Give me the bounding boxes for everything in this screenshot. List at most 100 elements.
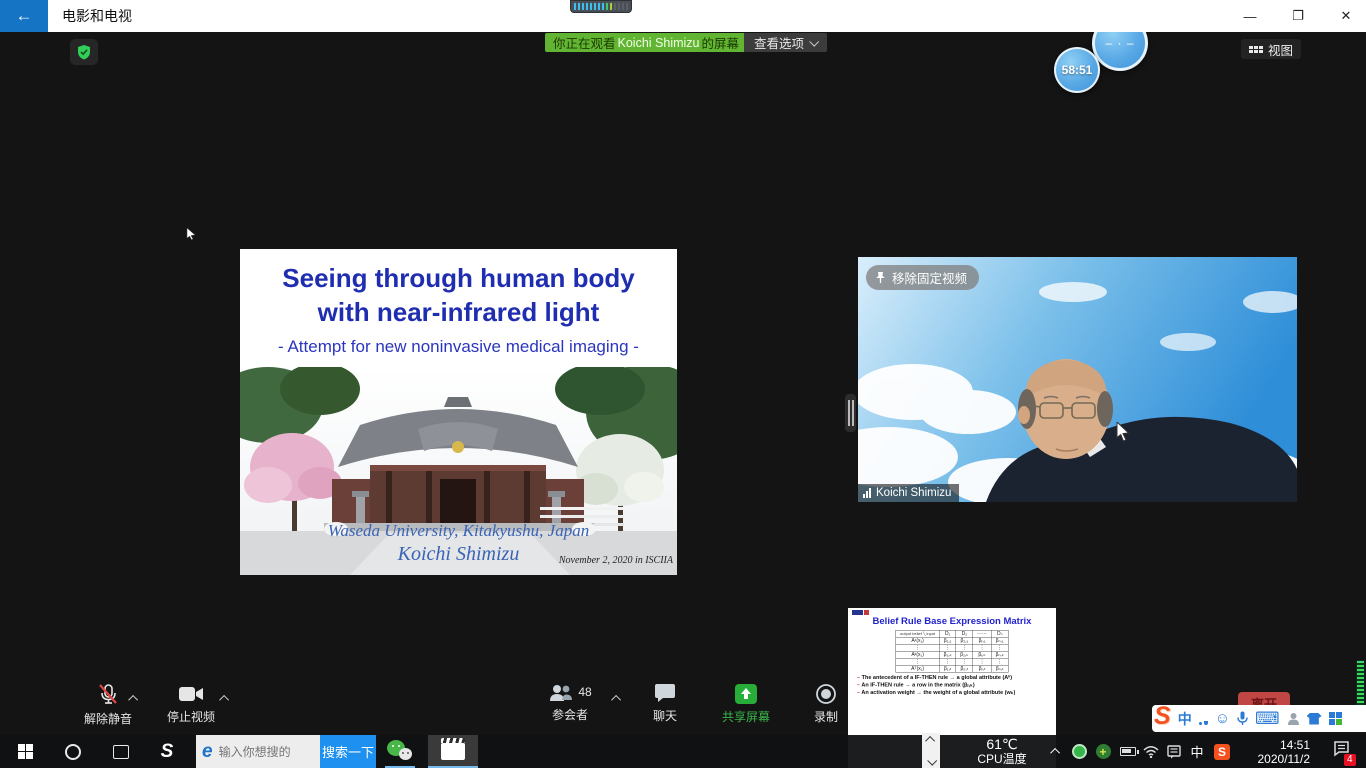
view-layout-button[interactable]: 视图 [1241, 39, 1301, 59]
view-options-button[interactable]: 查看选项 [744, 33, 827, 52]
notes-icon [1167, 745, 1181, 759]
participant-name-tag: Koichi Shimizu [858, 484, 959, 502]
back-icon: ← [16, 6, 33, 26]
pinned-video-tile[interactable]: 移除固定视频 Koichi Shimizu [858, 257, 1297, 502]
windows-logo-icon [18, 744, 33, 759]
browser-e-icon: e [202, 742, 213, 761]
restore-button[interactable]: ❐ [1278, 0, 1318, 32]
toolbox-grid-icon[interactable] [1329, 712, 1342, 725]
cortana-button[interactable] [58, 735, 88, 768]
unmute-button[interactable]: 解除静音 [78, 683, 138, 727]
emoji-picker-icon[interactable]: ☺ [1215, 710, 1230, 727]
participants-label: 参会者 [540, 706, 600, 723]
stop-video-button[interactable]: 停止视频 [160, 683, 222, 725]
chevron-down-icon [809, 37, 819, 47]
movies-tv-titlebar: ← 电影和电视 — ❐ ✕ [0, 0, 1366, 32]
belief-rule-matrix-table: output belief ╲ inputD₁D₂⋯⋯DₙA¹(x₁)β₁,₁β… [896, 630, 1009, 673]
sogou-s-icon: S [1214, 744, 1230, 760]
app-title: 电影和电视 [62, 0, 132, 32]
presenter-name: Koichi Shimizu [618, 36, 700, 50]
wechat-icon [387, 740, 413, 764]
meeting-security-button[interactable] [70, 39, 98, 65]
close-button[interactable]: ✕ [1326, 0, 1366, 32]
remove-pin-button[interactable]: 移除固定视频 [866, 265, 979, 290]
skin-shirt-icon[interactable] [1307, 713, 1322, 725]
slide-footnote: November 2, 2020 in ISCIIA [559, 555, 673, 566]
minimize-button[interactable]: — [1230, 0, 1270, 32]
mic-muted-icon [95, 683, 121, 707]
clock-dashes-icon: – · – [1105, 36, 1134, 50]
tray-notes-button[interactable] [1163, 735, 1185, 768]
search-input[interactable] [219, 745, 311, 759]
record-button[interactable]: 录制 [800, 683, 852, 725]
share-screen-icon [731, 683, 761, 705]
voice-input-icon[interactable] [1237, 711, 1248, 726]
slide-title-line1: Seeing through human body [240, 261, 677, 295]
tray-sogou-button[interactable]: S [1210, 735, 1234, 768]
participants-chevron-icon[interactable] [611, 695, 621, 705]
close-icon: ✕ [1341, 8, 1352, 24]
pin-icon [875, 271, 886, 284]
preview-bullet: An IF-THEN rule → a row in the matrix (β… [857, 682, 1052, 689]
ime-chinese-mode-button[interactable]: 中 [1178, 709, 1192, 729]
ime-mode-indicator: 中 [1190, 742, 1203, 761]
chevron-up-icon [1050, 748, 1060, 758]
participants-button[interactable]: 48 参会者 [540, 683, 600, 723]
task-view-icon [113, 745, 129, 759]
battery-icon [1120, 747, 1136, 756]
taskbar-item-movies-tv[interactable] [428, 735, 478, 768]
soft-keyboard-icon[interactable]: ⌨ [1255, 709, 1280, 729]
chat-button[interactable]: 聊天 [638, 683, 692, 724]
cpu-temp-widget: 61℃ CPU温度 [960, 735, 1044, 768]
preview-bullet: An activation weight → the weight of a g… [857, 689, 1052, 696]
watching-text-prefix: 你正在观看 [553, 33, 616, 52]
slide-title-line2: with near-infrared light [240, 295, 677, 329]
scroll-down-icon[interactable] [927, 756, 937, 766]
user-account-icon[interactable] [1287, 712, 1300, 726]
view-options-label: 查看选项 [754, 33, 804, 52]
preview-bullets: The antecedent of a IF-THEN rule → a glo… [857, 675, 1052, 696]
action-center-button[interactable]: 4 [1324, 735, 1358, 768]
remote-cursor-icon [186, 228, 196, 240]
taskbar-item-wechat[interactable] [383, 735, 417, 768]
preview-bullet: The antecedent of a IF-THEN rule → a glo… [857, 675, 1052, 681]
panel-splitter-handle[interactable] [845, 394, 856, 432]
chat-label: 聊天 [638, 707, 692, 724]
shield-check-icon [76, 44, 92, 60]
slide-subtitle: - Attempt for new noninvasive medical im… [240, 337, 677, 357]
sogou-logo-icon[interactable]: S [1154, 704, 1171, 729]
camera-icon [177, 683, 205, 705]
back-button[interactable]: ← [0, 0, 48, 32]
table-row: ⋮⋮⋮⋮⋮ [896, 658, 1008, 665]
tray-ime-button[interactable]: 中 [1186, 735, 1208, 768]
task-view-button[interactable] [106, 735, 136, 768]
tray-show-hidden-button[interactable] [1046, 735, 1066, 768]
scroll-up-icon[interactable] [925, 736, 935, 746]
meeting-timer-widget[interactable]: 58:51 [1054, 47, 1100, 93]
restore-icon: ❐ [1292, 8, 1304, 24]
taskbar-search[interactable]: e [196, 735, 320, 768]
tray-drug-button[interactable]: + [1092, 735, 1114, 768]
share-screen-button[interactable]: 共享屏幕 [714, 683, 778, 725]
chat-bubble-icon [653, 683, 677, 704]
search-go-label: 搜索一下 [322, 742, 374, 761]
search-go-button[interactable]: 搜索一下 [320, 735, 376, 768]
taskbar-clock[interactable]: 14:51 2020/11/2 [1240, 735, 1310, 768]
start-button[interactable] [10, 735, 40, 768]
presenter-video-frame [858, 257, 1297, 502]
tray-power-button[interactable] [1116, 735, 1140, 768]
green-plus-icon: + [1096, 744, 1111, 759]
clock-time: 14:51 [1280, 738, 1310, 752]
tray-network-button[interactable] [1140, 735, 1162, 768]
audio-level-meter-icon [570, 0, 632, 13]
sogou-pinwheel-button[interactable]: S [150, 735, 184, 768]
timer-value: 58:51 [1062, 63, 1093, 77]
watching-banner: 你正在观看 Koichi Shimizu 的屏幕 [545, 33, 747, 52]
mini-scrollbar[interactable] [922, 733, 940, 768]
minimize-icon: — [1244, 9, 1257, 24]
windows-taskbar: S e 搜索一下 + [0, 735, 1366, 768]
preview-slide-title: Belief Rule Base Expression Matrix [852, 616, 1052, 627]
punctuation-mode-icon[interactable] [1199, 713, 1208, 725]
mouse-cursor-icon [1116, 422, 1131, 442]
tray-360-button[interactable] [1068, 735, 1090, 768]
